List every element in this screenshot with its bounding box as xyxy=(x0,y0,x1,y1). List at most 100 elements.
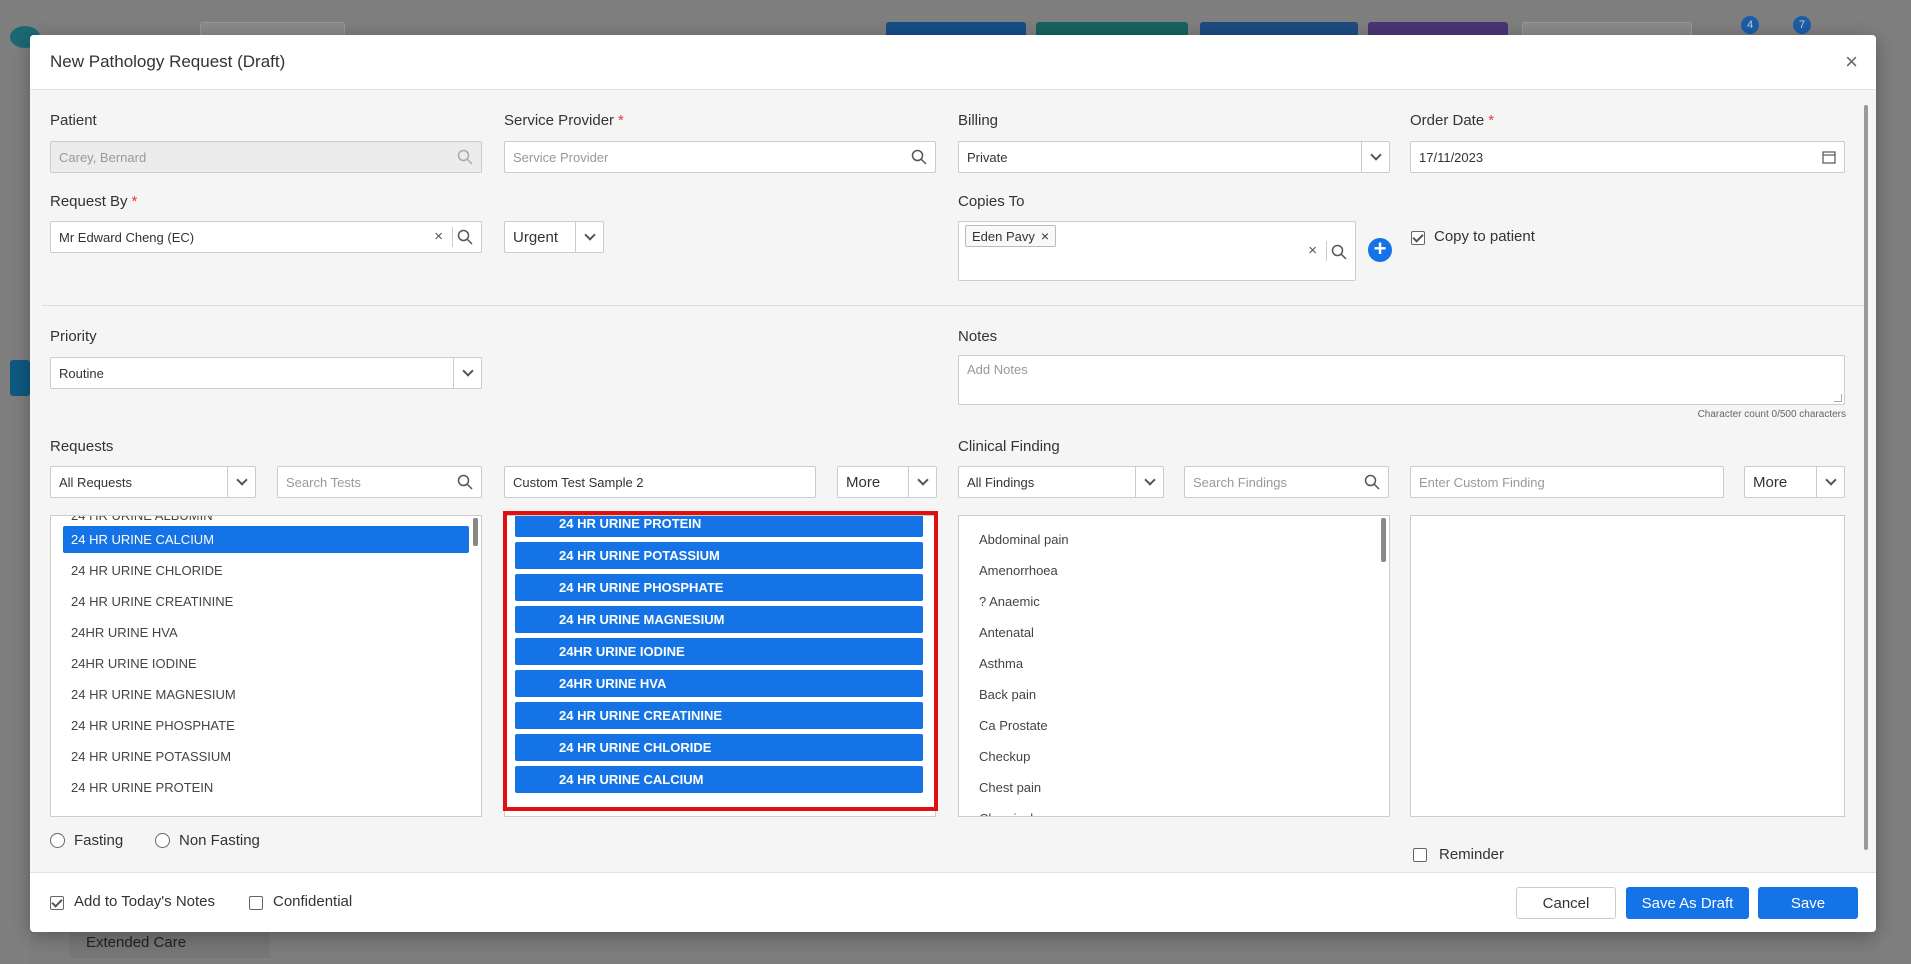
fasting-label: Fasting xyxy=(74,832,124,849)
list-item[interactable]: 24 HR URINE MAGNESIUM xyxy=(51,679,481,710)
priority-select[interactable]: Routine xyxy=(50,357,482,389)
requests-more-select[interactable]: More xyxy=(837,466,937,498)
chevron-down-icon[interactable] xyxy=(1361,142,1389,172)
copies-to-input[interactable]: Eden Pavy × × xyxy=(958,221,1356,281)
list-item[interactable]: Checkup xyxy=(959,741,1389,772)
list-item[interactable]: 24 HR URINE POTASSIUM xyxy=(51,741,481,772)
chevron-down-icon[interactable] xyxy=(575,222,603,252)
list-item[interactable]: ? Anaemic xyxy=(959,586,1389,617)
list-item[interactable]: Abdominal pain xyxy=(959,524,1389,555)
reminder-label: Reminder xyxy=(1439,846,1505,863)
fasting-radio[interactable] xyxy=(50,833,65,848)
notification-badge: 4 xyxy=(1741,16,1759,34)
clinical-finding-label: Clinical Finding xyxy=(958,438,1060,455)
custom-finding-input[interactable]: Enter Custom Finding xyxy=(1410,466,1724,498)
search-icon[interactable] xyxy=(1331,244,1347,260)
list-item-partial[interactable]: 24 HR URINE ALBUMIN xyxy=(51,516,481,524)
order-date-label: Order Date * xyxy=(1410,112,1495,129)
scrollbar[interactable] xyxy=(1381,518,1386,562)
chevron-down-icon[interactable] xyxy=(227,467,255,497)
patient-field: Carey, Bernard xyxy=(50,141,482,173)
list-item[interactable]: 24 HR URINE CHLORIDE xyxy=(51,555,481,586)
bg-sidebar xyxy=(0,80,30,964)
requests-filter-select[interactable]: All Requests xyxy=(50,466,256,498)
character-count: Character count 0/500 characters xyxy=(1697,409,1846,420)
findings-filter-select[interactable]: All Findings xyxy=(958,466,1164,498)
list-item[interactable]: Chemical ... xyxy=(959,803,1389,816)
priority-label: Priority xyxy=(50,328,97,345)
billing-label: Billing xyxy=(958,112,999,129)
list-item[interactable]: Ca Prostate xyxy=(959,710,1389,741)
urgency-select[interactable]: Urgent xyxy=(504,221,604,253)
highlight-box xyxy=(503,511,938,811)
findings-more-select[interactable]: More xyxy=(1744,466,1845,498)
chevron-down-icon[interactable] xyxy=(1816,467,1844,497)
list-item[interactable]: Antenatal xyxy=(959,617,1389,648)
search-icon xyxy=(457,149,473,165)
notification-badge: 7 xyxy=(1793,16,1811,34)
copy-to-patient-checkbox[interactable] xyxy=(1411,231,1425,245)
chevron-down-icon[interactable] xyxy=(453,358,481,388)
confidential-label: Confidential xyxy=(273,893,353,910)
add-recipient-button[interactable]: + xyxy=(1368,238,1392,262)
list-item[interactable]: Asthma xyxy=(959,648,1389,679)
resize-handle[interactable] xyxy=(1834,394,1842,402)
list-item[interactable]: 24HR URINE HVA xyxy=(51,617,481,648)
list-item[interactable]: 24 HR URINE PROTEIN xyxy=(51,772,481,803)
service-provider-input[interactable]: Service Provider xyxy=(504,141,936,173)
confidential-checkbox[interactable] xyxy=(249,896,263,910)
add-to-notes-label: Add to Today's Notes xyxy=(74,893,216,910)
search-findings-input[interactable]: Search Findings xyxy=(1184,466,1389,498)
remove-tag-icon[interactable]: × xyxy=(1041,228,1049,244)
clear-icon[interactable]: × xyxy=(1308,242,1317,259)
scrollbar[interactable] xyxy=(473,518,478,546)
search-icon[interactable] xyxy=(1364,474,1380,490)
list-item[interactable]: 24 HR URINE CALCIUM xyxy=(63,526,469,553)
search-tests-input[interactable]: Search Tests xyxy=(277,466,482,498)
modal-scrollbar[interactable] xyxy=(1864,105,1868,850)
search-icon[interactable] xyxy=(457,474,473,490)
list-item[interactable]: 24 HR URINE CREATININE xyxy=(51,586,481,617)
notes-label: Notes xyxy=(958,328,998,345)
save-button[interactable]: Save xyxy=(1758,887,1858,919)
chevron-down-icon[interactable] xyxy=(908,467,936,497)
copy-to-patient-label: Copy to patient xyxy=(1434,228,1535,245)
search-icon[interactable] xyxy=(457,229,473,245)
reminder-checkbox[interactable] xyxy=(1413,848,1427,862)
notes-textarea[interactable]: Add Notes xyxy=(958,355,1845,405)
billing-select[interactable]: Private xyxy=(958,141,1390,173)
list-item[interactable]: Amenorrhoea xyxy=(959,555,1389,586)
list-item[interactable]: 24 HR URINE PHOSPHATE xyxy=(51,710,481,741)
non-fasting-radio[interactable] xyxy=(155,833,170,848)
list-item[interactable]: Chest pain xyxy=(959,772,1389,803)
modal-title: New Pathology Request (Draft) xyxy=(50,52,286,71)
list-item[interactable]: Back pain xyxy=(959,679,1389,710)
request-by-input[interactable]: Mr Edward Cheng (EC) × xyxy=(50,221,482,253)
findings-list: Abdominal pain Amenorrhoea ? Anaemic Ant… xyxy=(958,515,1390,817)
calendar-icon[interactable] xyxy=(1822,150,1836,164)
modal-footer: Add to Today's Notes Confidential Cancel… xyxy=(30,872,1876,932)
chevron-down-icon[interactable] xyxy=(1135,467,1163,497)
close-icon[interactable]: × xyxy=(1845,49,1858,75)
add-to-notes-checkbox[interactable] xyxy=(50,896,64,910)
order-date-input[interactable]: 17/11/2023 xyxy=(1410,141,1845,173)
section-divider xyxy=(42,305,1864,306)
save-as-draft-button[interactable]: Save As Draft xyxy=(1626,887,1749,919)
bg-sidebar-active-item xyxy=(10,360,30,396)
clear-icon[interactable]: × xyxy=(434,228,443,245)
available-tests-list: 24 HR URINE ALBUMIN 24 HR URINE CALCIUM … xyxy=(50,515,482,817)
patient-value: Carey, Bernard xyxy=(59,149,147,165)
modal-header: New Pathology Request (Draft) × xyxy=(30,35,1876,90)
list-item[interactable]: 24HR URINE IODINE xyxy=(51,648,481,679)
selected-findings-list xyxy=(1410,515,1845,817)
requests-label: Requests xyxy=(50,438,114,455)
service-provider-label: Service Provider * xyxy=(504,112,624,129)
bg-right-toolbar xyxy=(1879,80,1911,964)
copies-to-label: Copies To xyxy=(958,193,1025,210)
bg-bottom-item: Extended Care xyxy=(70,928,270,958)
non-fasting-label: Non Fasting xyxy=(179,832,260,849)
search-icon[interactable] xyxy=(911,149,927,165)
request-by-label: Request By * xyxy=(50,193,138,210)
cancel-button[interactable]: Cancel xyxy=(1516,887,1616,919)
custom-test-input[interactable]: Custom Test Sample 2 xyxy=(504,466,816,498)
